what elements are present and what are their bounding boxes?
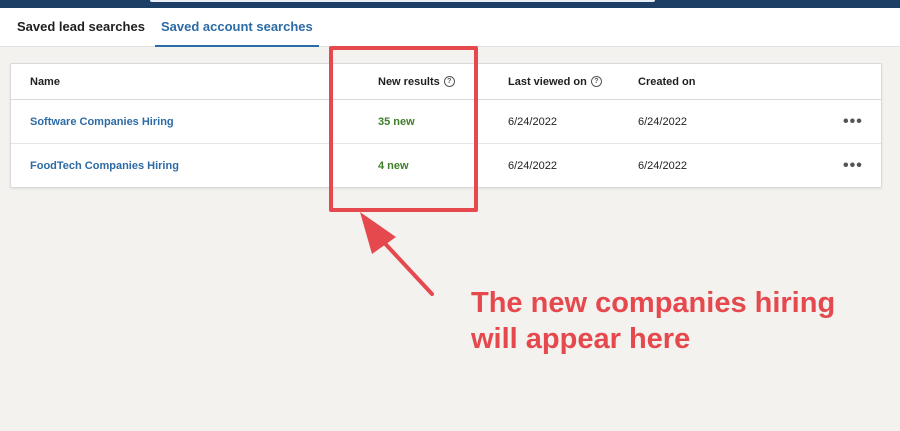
- annotation-line-2: will appear here: [471, 323, 691, 355]
- annotation-arrow-icon: [360, 212, 434, 296]
- annotation-line-1: The new companies hiring: [471, 287, 836, 319]
- annotation-callout: The new companies hiring will appear her…: [471, 285, 891, 357]
